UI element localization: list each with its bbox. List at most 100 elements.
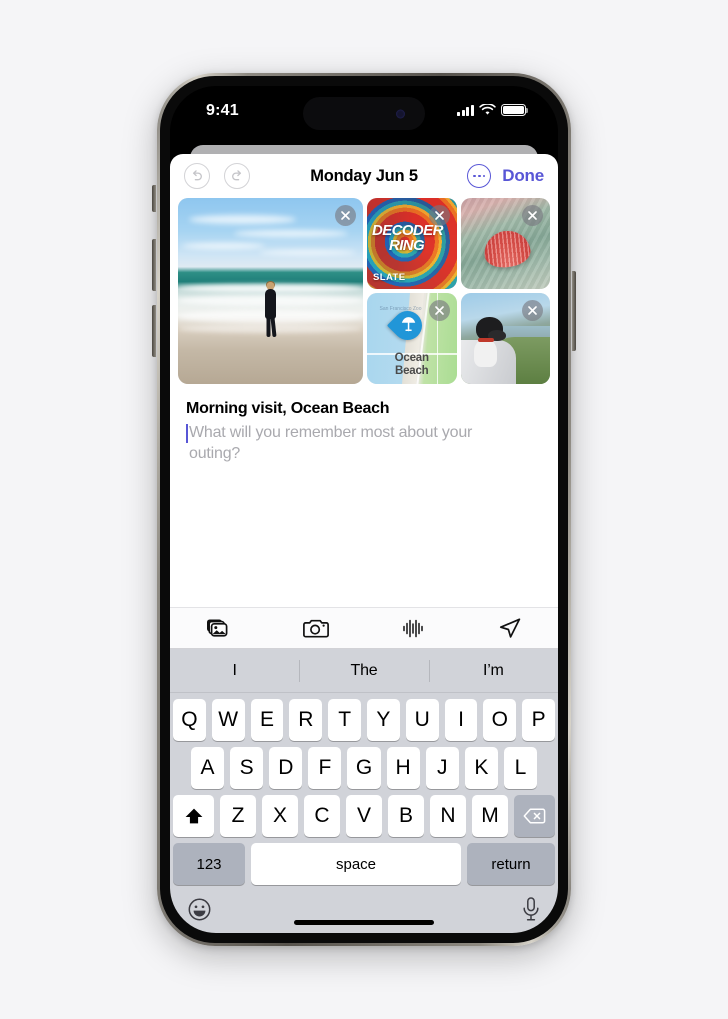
- status-time: 9:41: [206, 102, 239, 119]
- attachment-ocean-beach-map[interactable]: San Francisco Zoo Ocean Beach: [367, 293, 457, 384]
- camera-icon: [302, 619, 329, 638]
- done-button[interactable]: Done: [502, 166, 544, 186]
- key-k[interactable]: K: [464, 747, 498, 789]
- remove-attachment-button[interactable]: [428, 205, 450, 226]
- note-text-row: What will you remember most about your o…: [186, 422, 542, 464]
- toolbar-right-group: Done: [467, 164, 544, 188]
- key-r[interactable]: R: [289, 699, 323, 741]
- key-f[interactable]: F: [308, 747, 342, 789]
- attachment-toolbar: [170, 607, 558, 649]
- status-bar: 9:41: [170, 86, 558, 136]
- key-g[interactable]: G: [347, 747, 381, 789]
- audio-waveform-icon: [402, 619, 423, 637]
- battery-icon: [501, 104, 529, 116]
- key-z[interactable]: Z: [220, 795, 256, 837]
- phone-bezel: 9:41 Monday Jun 5 Done DECODER RING SLAT…: [160, 76, 568, 943]
- prediction-2[interactable]: The: [299, 662, 428, 680]
- key-i[interactable]: I: [444, 699, 478, 741]
- backspace-key[interactable]: [514, 795, 555, 837]
- podcast-title: DECODER RING: [372, 223, 452, 254]
- home-indicator[interactable]: [294, 920, 434, 925]
- remove-attachment-button[interactable]: [522, 300, 543, 321]
- attachment-decoder-ring-podcast[interactable]: DECODER RING SLATE: [367, 198, 457, 289]
- map-faint-label: San Francisco Zoo: [379, 305, 422, 312]
- emoji-key[interactable]: [188, 898, 211, 926]
- shift-key[interactable]: [173, 795, 214, 837]
- volume-down-button[interactable]: [152, 305, 156, 357]
- remove-attachment-button[interactable]: [428, 300, 450, 321]
- predictive-text-bar: I The I’m: [170, 649, 558, 693]
- key-s[interactable]: S: [230, 747, 264, 789]
- space-key[interactable]: space: [251, 843, 461, 885]
- location-button[interactable]: [461, 617, 558, 639]
- key-q[interactable]: Q: [173, 699, 206, 741]
- keyboard-bottom-bar: [170, 885, 558, 933]
- key-m[interactable]: M: [472, 795, 508, 837]
- keyboard-row-3: Z X C V B N M: [173, 795, 555, 837]
- beach-umbrella-icon: [401, 317, 416, 332]
- key-t[interactable]: T: [328, 699, 361, 741]
- key-x[interactable]: X: [262, 795, 298, 837]
- note-editor[interactable]: Morning visit, Ocean Beach What will you…: [170, 384, 558, 607]
- key-h[interactable]: H: [386, 747, 420, 789]
- silent-switch[interactable]: [152, 185, 156, 212]
- note-title[interactable]: Morning visit, Ocean Beach: [186, 400, 542, 418]
- emoji-smiley-icon: [188, 898, 211, 921]
- backspace-icon: [523, 808, 546, 824]
- phone-screen: 9:41 Monday Jun 5 Done DECODER RING SLAT…: [170, 86, 558, 933]
- note-placeholder[interactable]: What will you remember most about your o…: [189, 422, 514, 464]
- key-p[interactable]: P: [522, 699, 555, 741]
- dynamic-island: [303, 97, 425, 130]
- front-camera-icon: [396, 109, 405, 118]
- key-y[interactable]: Y: [367, 699, 400, 741]
- attachment-dog-in-car-photo[interactable]: [460, 293, 550, 384]
- prediction-1[interactable]: I: [170, 662, 299, 680]
- journal-entry-sheet: Monday Jun 5 Done DECODER RING SLATE San…: [170, 154, 558, 933]
- undo-button[interactable]: [184, 163, 210, 189]
- surfer-figure: [264, 280, 277, 337]
- key-v[interactable]: V: [346, 795, 382, 837]
- volume-up-button[interactable]: [152, 239, 156, 291]
- key-u[interactable]: U: [405, 699, 439, 741]
- attachment-grid: DECODER RING SLATE San Francisco Zoo Oce…: [170, 198, 558, 384]
- camera-button[interactable]: [267, 618, 364, 639]
- keyboard-row-4: 123 space return: [173, 843, 555, 885]
- key-o[interactable]: O: [483, 699, 517, 741]
- remove-attachment-button[interactable]: [335, 205, 356, 226]
- dictation-key[interactable]: [522, 897, 540, 927]
- podcast-title-line2: RING: [389, 236, 425, 254]
- attachment-beach-surfer-photo[interactable]: [178, 198, 363, 384]
- key-d[interactable]: D: [269, 747, 303, 789]
- attachment-seashell-photo[interactable]: [460, 198, 550, 289]
- audio-record-button[interactable]: [364, 618, 461, 639]
- status-indicators: [457, 104, 529, 116]
- key-c[interactable]: C: [304, 795, 340, 837]
- close-icon: [434, 211, 444, 220]
- signal-bars-icon: [457, 104, 474, 116]
- close-icon: [528, 211, 537, 220]
- close-icon: [341, 211, 350, 220]
- key-l[interactable]: L: [503, 747, 537, 789]
- key-a[interactable]: A: [191, 747, 225, 789]
- map-place-label: Ocean Beach: [367, 352, 457, 378]
- key-b[interactable]: B: [388, 795, 424, 837]
- numeric-mode-key[interactable]: 123: [173, 843, 245, 885]
- phone-frame: 9:41 Monday Jun 5 Done DECODER RING SLAT…: [152, 73, 576, 946]
- ellipsis-dot: [482, 174, 486, 178]
- prediction-3[interactable]: I’m: [429, 662, 558, 680]
- key-e[interactable]: E: [250, 699, 284, 741]
- ellipsis-dot: [477, 174, 481, 178]
- map-label-line1: Ocean: [394, 352, 429, 364]
- remove-attachment-button[interactable]: [522, 205, 543, 226]
- onscreen-keyboard: I The I’m Q W E R T Y U I O P A S D F G …: [170, 649, 558, 933]
- power-button[interactable]: [572, 271, 576, 351]
- redo-button[interactable]: [224, 163, 250, 189]
- key-n[interactable]: N: [430, 795, 466, 837]
- podcast-brand: SLATE: [373, 272, 406, 283]
- key-j[interactable]: J: [425, 747, 459, 789]
- return-key[interactable]: return: [467, 843, 555, 885]
- key-w[interactable]: W: [211, 699, 245, 741]
- keyboard-row-1: Q W E R T Y U I O P: [173, 699, 555, 741]
- more-options-button[interactable]: [467, 164, 492, 188]
- photo-library-button[interactable]: [170, 618, 267, 639]
